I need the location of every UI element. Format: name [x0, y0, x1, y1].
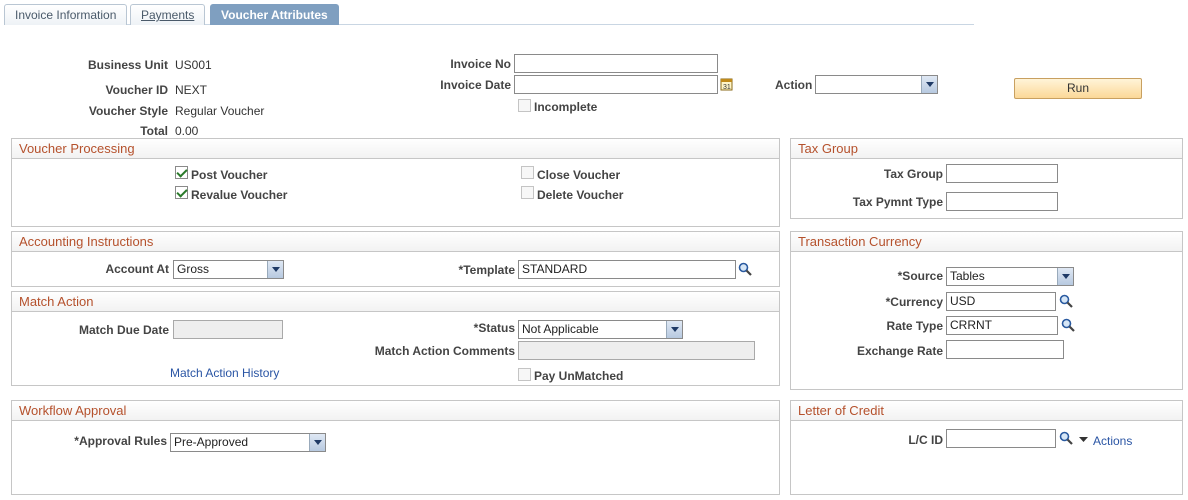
chevron-down-icon [309, 434, 325, 451]
invoice-no-input[interactable] [514, 54, 718, 73]
lc-id-label: L/C ID [908, 433, 943, 447]
caret-down-icon[interactable] [1079, 437, 1088, 443]
exchange-rate-input[interactable] [946, 340, 1064, 359]
tax-group-label: Tax Group [883, 167, 943, 181]
total-label: Total [140, 124, 168, 138]
delete-voucher-checkbox[interactable] [521, 186, 534, 199]
revalue-voucher-label: Revalue Voucher [191, 188, 288, 202]
currency-label: *Currency [885, 295, 943, 309]
approval-rules-value: Pre-Approved [174, 435, 249, 449]
pay-unmatched-label: Pay UnMatched [534, 369, 624, 383]
calendar-icon[interactable]: 31 [720, 77, 734, 91]
action-select[interactable] [815, 75, 938, 94]
close-voucher-label: Close Voucher [537, 168, 621, 182]
pay-unmatched-checkbox[interactable] [518, 368, 531, 381]
match-action-comments-label: Match Action Comments [374, 344, 515, 358]
business-unit-label: Business Unit [87, 58, 168, 72]
search-icon[interactable] [1061, 318, 1075, 332]
voucher-id-label: Voucher ID [105, 83, 168, 97]
lc-id-input[interactable] [946, 429, 1056, 448]
workflow-approval-title: Workflow Approval [12, 401, 779, 421]
match-action-history-link[interactable]: Match Action History [170, 366, 279, 380]
source-value: Tables [950, 269, 985, 283]
tax-pymnt-type-label: Tax Pymnt Type [852, 195, 943, 209]
revalue-voucher-checkbox[interactable] [175, 186, 188, 199]
search-icon[interactable] [1059, 294, 1073, 308]
run-button[interactable]: Run [1014, 78, 1142, 99]
rate-type-label: Rate Type [886, 319, 943, 333]
template-input[interactable]: STANDARD [518, 260, 736, 279]
action-label: Action [775, 78, 813, 92]
match-action-title: Match Action [12, 292, 779, 312]
rate-type-input[interactable]: CRRNT [946, 316, 1058, 335]
tax-group-input[interactable] [946, 164, 1058, 183]
close-voucher-checkbox[interactable] [521, 166, 534, 179]
match-due-date-label: Match Due Date [78, 323, 169, 337]
exchange-rate-label: Exchange Rate [856, 344, 943, 358]
currency-input[interactable]: USD [946, 292, 1056, 311]
voucher-style-label: Voucher Style [88, 104, 168, 118]
post-voucher-label: Post Voucher [191, 168, 268, 182]
search-icon[interactable] [1059, 431, 1073, 445]
account-at-label: Account At [105, 262, 169, 276]
tax-pymnt-type-input[interactable] [946, 192, 1058, 211]
voucher-processing-title: Voucher Processing [12, 139, 779, 159]
incomplete-label: Incomplete [534, 100, 598, 114]
match-action-comments-input[interactable] [518, 341, 755, 360]
invoice-date-label: Invoice Date [440, 78, 511, 92]
voucher-style-value: Regular Voucher [175, 104, 265, 118]
status-value: Not Applicable [522, 322, 599, 336]
match-due-date-input[interactable] [173, 320, 283, 339]
delete-voucher-label: Delete Voucher [537, 188, 624, 202]
voucher-id-value: NEXT [175, 83, 208, 97]
invoice-date-input[interactable] [514, 75, 718, 94]
transaction-currency-title: Transaction Currency [791, 232, 1182, 252]
voucher-processing-group: Voucher Processing [11, 138, 780, 227]
svg-text:31: 31 [723, 84, 731, 91]
account-at-select[interactable]: Gross [173, 260, 284, 279]
accounting-instructions-title: Accounting Instructions [12, 232, 779, 252]
business-unit-value: US001 [175, 58, 212, 72]
source-label: *Source [897, 269, 943, 283]
chevron-down-icon [921, 76, 937, 93]
tax-group-title: Tax Group [791, 139, 1182, 159]
actions-link[interactable]: Actions [1093, 434, 1132, 448]
invoice-no-label: Invoice No [450, 57, 511, 71]
approval-rules-select[interactable]: Pre-Approved [170, 433, 326, 452]
incomplete-checkbox[interactable] [518, 99, 531, 112]
post-voucher-checkbox[interactable] [175, 166, 188, 179]
letter-of-credit-title: Letter of Credit [791, 401, 1182, 421]
total-value: 0.00 [175, 124, 199, 138]
tab-voucher-attributes[interactable]: Voucher Attributes [210, 4, 339, 25]
source-select[interactable]: Tables [946, 267, 1074, 286]
status-label: *Status [473, 321, 515, 335]
chevron-down-icon [666, 321, 682, 338]
account-at-value: Gross [177, 262, 210, 276]
status-select[interactable]: Not Applicable [518, 320, 683, 339]
tab-invoice-information[interactable]: Invoice Information [4, 4, 128, 25]
search-icon[interactable] [738, 262, 752, 276]
template-label: *Template [458, 263, 515, 277]
chevron-down-icon [1057, 268, 1073, 285]
tab-payments[interactable]: Payments [130, 4, 206, 25]
chevron-down-icon [267, 261, 283, 278]
approval-rules-label: *Approval Rules [74, 434, 167, 448]
